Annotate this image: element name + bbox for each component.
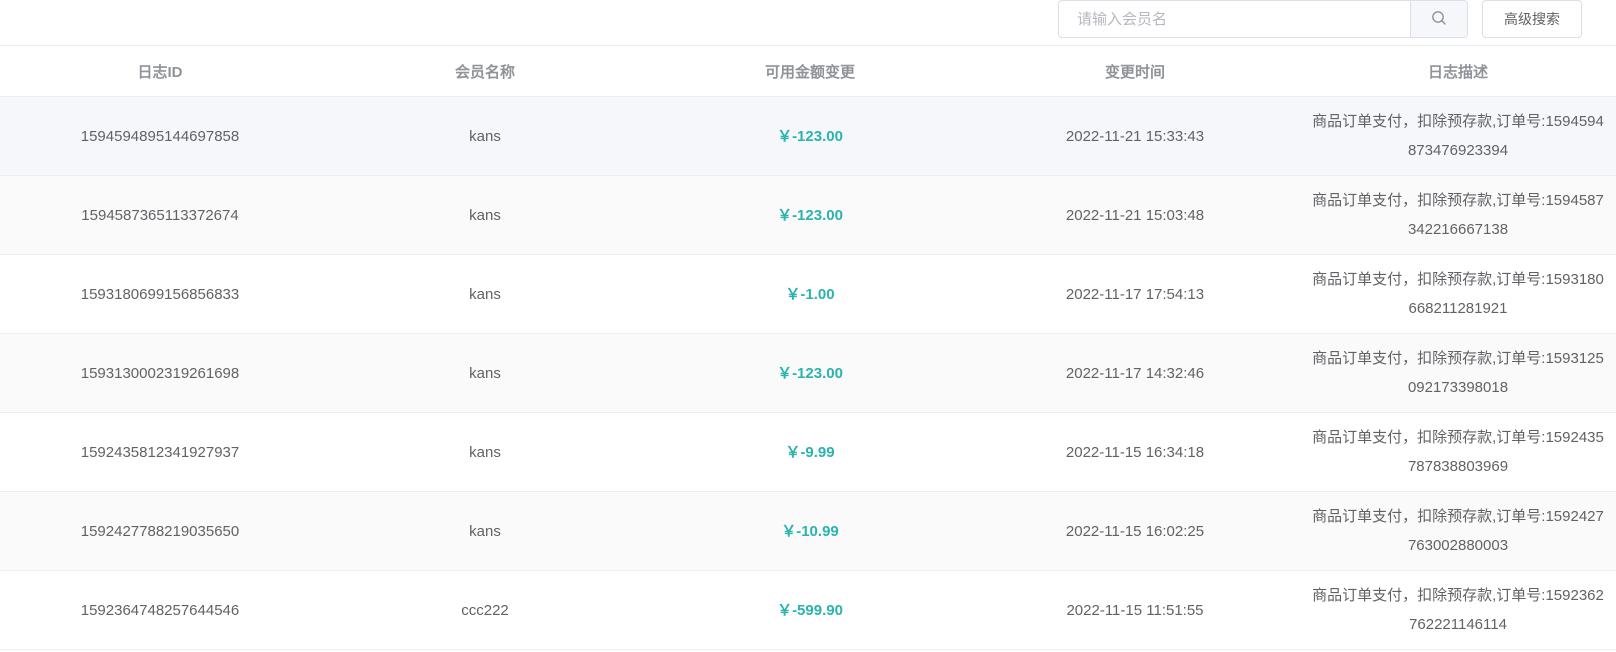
- table-row: 1594594895144697858 kans ￥-123.00 2022-1…: [0, 96, 1616, 176]
- change-time-cell: 2022-11-21 15:03:48: [970, 175, 1300, 255]
- description-text: 商品订单支付，扣除预存款,订单号:1592427763002880003: [1312, 508, 1604, 554]
- log-id-cell: 1593180699156856833: [0, 254, 320, 334]
- amount-cell: ￥-599.90: [650, 570, 970, 650]
- search-box: [1058, 0, 1468, 38]
- member-name-cell: kans: [320, 175, 650, 255]
- description-cell: 商品订单支付，扣除预存款,订单号:1593180668211281921: [1300, 254, 1616, 334]
- description-cell: 商品订单支付，扣除预存款,订单号:1594587342216667138: [1300, 175, 1616, 255]
- log-id-cell: 1592427788219035650: [0, 491, 320, 571]
- description-text: 商品订单支付，扣除预存款,订单号:1593180668211281921: [1312, 271, 1604, 317]
- description-cell: 商品订单支付，扣除预存款,订单号:1593125092173398018: [1300, 333, 1616, 413]
- column-header-log-id: 日志ID: [0, 46, 320, 97]
- amount-cell: ￥-123.00: [650, 175, 970, 255]
- search-input[interactable]: [1059, 1, 1410, 37]
- description-text: 商品订单支付，扣除预存款,订单号:1592435787838803969: [1312, 429, 1604, 475]
- amount-cell: ￥-123.00: [650, 333, 970, 413]
- member-name-cell: kans: [320, 412, 650, 492]
- change-time-cell: 2022-11-15 11:51:55: [970, 570, 1300, 650]
- column-header-member-name: 会员名称: [320, 46, 650, 97]
- table-row: 1594587365113372674 kans ￥-123.00 2022-1…: [0, 175, 1616, 255]
- column-header-change-time: 变更时间: [970, 46, 1300, 97]
- table-row: 1592364748257644546 ccc222 ￥-599.90 2022…: [0, 570, 1616, 650]
- change-time-cell: 2022-11-15 16:02:25: [970, 491, 1300, 571]
- search-button[interactable]: [1410, 1, 1467, 37]
- description-cell: 商品订单支付，扣除预存款,订单号:1592427763002880003: [1300, 491, 1616, 571]
- log-id-cell: 1593130002319261698: [0, 333, 320, 413]
- log-id-cell: 1594594895144697858: [0, 96, 320, 176]
- toolbar: 高级搜索: [0, 0, 1616, 46]
- description-text: 商品订单支付，扣除预存款,订单号:1593125092173398018: [1312, 350, 1604, 396]
- description-text: 商品订单支付，扣除预存款,订单号:1592362762221146114: [1312, 587, 1604, 633]
- advanced-search-button[interactable]: 高级搜索: [1482, 0, 1582, 38]
- log-id-cell: 1594587365113372674: [0, 175, 320, 255]
- member-name-cell: kans: [320, 491, 650, 571]
- amount-cell: ￥-123.00: [650, 96, 970, 176]
- column-header-amount-change: 可用金额变更: [650, 46, 970, 97]
- member-name-cell: kans: [320, 254, 650, 334]
- member-name-cell: kans: [320, 96, 650, 176]
- change-time-cell: 2022-11-15 16:34:18: [970, 412, 1300, 492]
- table-row: 1593180699156856833 kans ￥-1.00 2022-11-…: [0, 254, 1616, 334]
- log-table: 日志ID 会员名称 可用金额变更 变更时间 日志描述 1594594895144…: [0, 46, 1616, 650]
- amount-cell: ￥-10.99: [650, 491, 970, 571]
- change-time-cell: 2022-11-21 15:33:43: [970, 96, 1300, 176]
- table-row: 1593130002319261698 kans ￥-123.00 2022-1…: [0, 333, 1616, 413]
- log-id-cell: 1592364748257644546: [0, 570, 320, 650]
- amount-cell: ￥-1.00: [650, 254, 970, 334]
- member-name-cell: ccc222: [320, 570, 650, 650]
- search-icon: [1431, 10, 1447, 29]
- description-cell: 商品订单支付，扣除预存款,订单号:1592435787838803969: [1300, 412, 1616, 492]
- description-text: 商品订单支付，扣除预存款,订单号:1594594873476923394: [1312, 113, 1604, 159]
- change-time-cell: 2022-11-17 17:54:13: [970, 254, 1300, 334]
- table-header-row: 日志ID 会员名称 可用金额变更 变更时间 日志描述: [0, 46, 1616, 97]
- column-header-log-description: 日志描述: [1300, 46, 1616, 97]
- member-name-cell: kans: [320, 333, 650, 413]
- amount-cell: ￥-9.99: [650, 412, 970, 492]
- description-cell: 商品订单支付，扣除预存款,订单号:1594594873476923394: [1300, 96, 1616, 176]
- log-id-cell: 1592435812341927937: [0, 412, 320, 492]
- change-time-cell: 2022-11-17 14:32:46: [970, 333, 1300, 413]
- table-row: 1592427788219035650 kans ￥-10.99 2022-11…: [0, 491, 1616, 571]
- description-text: 商品订单支付，扣除预存款,订单号:1594587342216667138: [1312, 192, 1604, 238]
- description-cell: 商品订单支付，扣除预存款,订单号:1592362762221146114: [1300, 570, 1616, 650]
- table-row: 1592435812341927937 kans ￥-9.99 2022-11-…: [0, 412, 1616, 492]
